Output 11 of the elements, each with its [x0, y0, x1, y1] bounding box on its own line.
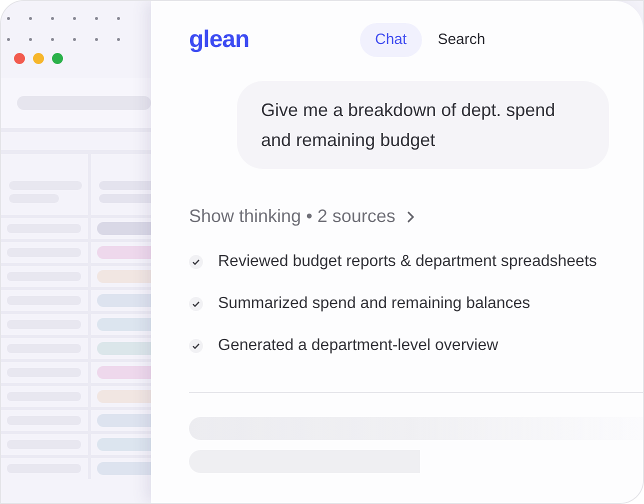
- step-text: Summarized spend and remaining balances: [218, 294, 530, 314]
- header-skeleton: [99, 181, 151, 190]
- step-text: Generated a department-level overview: [218, 336, 498, 356]
- show-thinking-link[interactable]: Show thinking • 2 sources: [189, 203, 396, 230]
- chevron-right-icon: [407, 210, 416, 222]
- tab[interactable]: Chat: [360, 23, 422, 57]
- user-message: Give me a breakdown of dept. spend and remaining budget: [237, 81, 609, 169]
- tab[interactable]: Search: [426, 23, 498, 57]
- logo: glean: [189, 25, 250, 55]
- header-skeleton: [99, 194, 151, 203]
- step-text: Reviewed budget reports & department spreadsheets: [218, 252, 597, 272]
